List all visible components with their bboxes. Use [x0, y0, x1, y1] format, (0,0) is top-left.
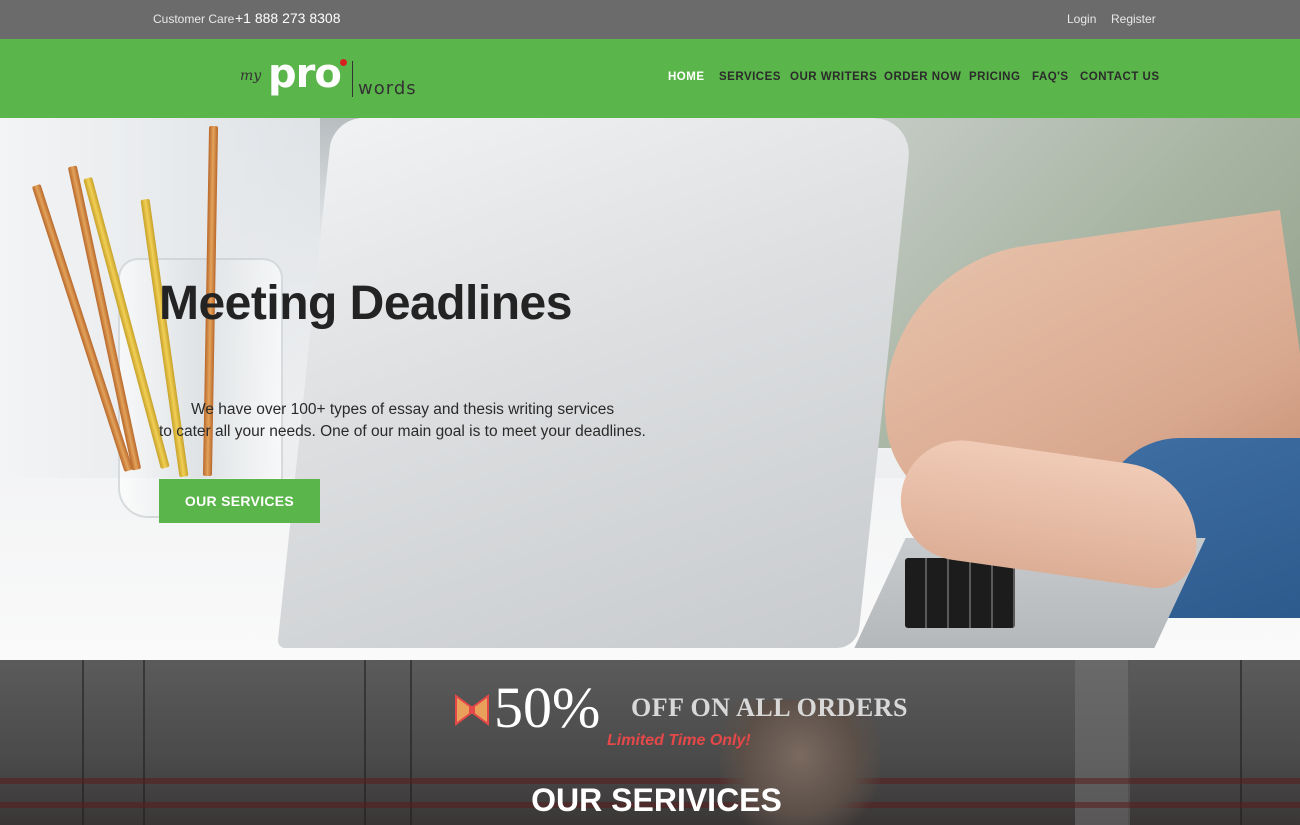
site-logo[interactable]: my pro words [240, 51, 430, 101]
top-bar: Customer Care +1 888 273 8308 Login Regi… [0, 0, 1300, 39]
promo-percent: 50% [494, 675, 601, 740]
bow-ribbon-icon [455, 694, 489, 726]
customer-care-label: Customer Care [153, 12, 235, 26]
hero-laptop-keys [905, 558, 1015, 628]
services-section-title: OUR SERIVICES [531, 782, 782, 818]
logo-divider [352, 61, 353, 97]
nav-faqs[interactable]: FAQ'S [1032, 71, 1069, 83]
promo-headline: OFF ON ALL ORDERS [631, 693, 908, 722]
our-services-button[interactable]: OUR SERVICES [159, 479, 320, 523]
register-link[interactable]: Register [1111, 12, 1156, 26]
hero-description: We have over 100+ types of essay and the… [159, 399, 679, 443]
logo-my: my [240, 68, 262, 84]
nav-services[interactable]: SERVICES [719, 71, 781, 83]
hero-banner: Meeting Deadlines We have over 100+ type… [0, 118, 1300, 660]
logo-pro: pro [268, 51, 342, 97]
promo-subline: Limited Time Only! [607, 732, 751, 749]
hero-description-line2: to cater all your needs. One of our main… [159, 423, 646, 440]
nav-home[interactable]: HOME [668, 71, 705, 83]
nav-order-now[interactable]: ORDER NOW [884, 71, 961, 83]
customer-care-phone[interactable]: +1 888 273 8308 [235, 10, 341, 26]
nav-contact-us[interactable]: CONTACT US [1080, 71, 1160, 83]
nav-pricing[interactable]: PRICING [969, 71, 1020, 83]
hero-laptop-image [277, 118, 913, 648]
logo-words: words [358, 78, 417, 99]
hero-title: Meeting Deadlines [159, 277, 572, 330]
hero-description-line1: We have over 100+ types of essay and the… [191, 401, 615, 418]
login-link[interactable]: Login [1067, 12, 1096, 26]
nav-our-writers[interactable]: OUR WRITERS [790, 71, 877, 83]
logo-red-dot [340, 59, 347, 66]
main-nav: my pro words HOME SERVICES OUR WRITERS O… [0, 39, 1300, 118]
